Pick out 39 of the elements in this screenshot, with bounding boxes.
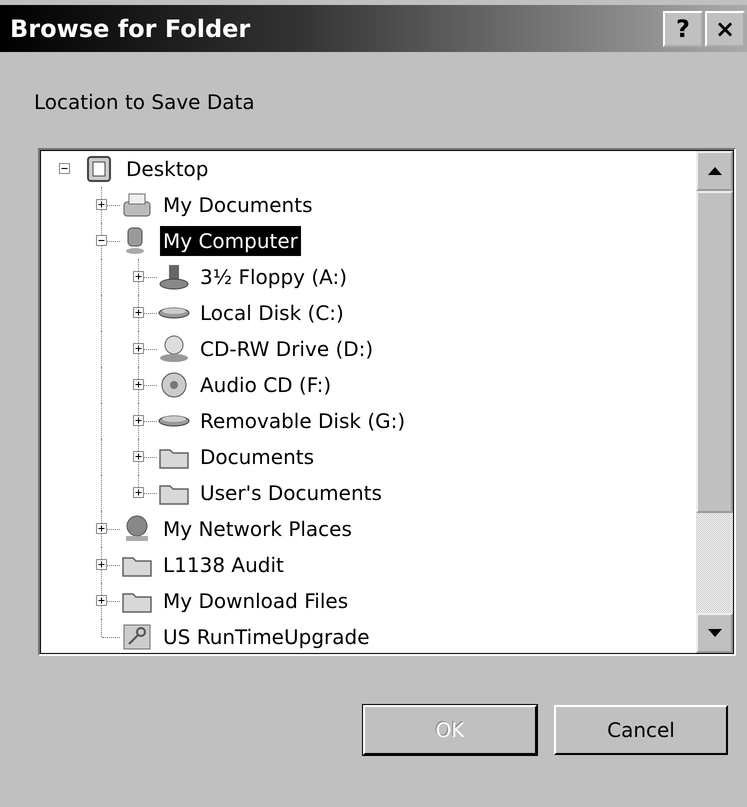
floppy-drive-icon [157, 262, 191, 292]
scroll-down-button[interactable] [696, 613, 733, 653]
tree-item[interactable]: L1138 Audit [160, 550, 287, 580]
cd-drive-icon [157, 334, 191, 364]
tree-item[interactable]: CD-RW Drive (D:) [197, 334, 376, 364]
window-title: Browse for Folder [10, 14, 250, 42]
tree-item[interactable]: My Computer [160, 226, 301, 256]
expand-toggle[interactable] [96, 595, 107, 606]
tree-item[interactable]: 3½ Floppy (A:) [197, 262, 350, 292]
tree-item[interactable]: US RunTimeUpgrade [160, 622, 372, 652]
up-arrow-icon [708, 167, 722, 175]
close-button[interactable]: × [705, 10, 745, 46]
tree-item[interactable]: Local Disk (C:) [197, 298, 347, 328]
tree-item[interactable]: User's Documents [197, 478, 385, 508]
expand-toggle[interactable] [96, 559, 107, 570]
tree-item[interactable]: Audio CD (F:) [197, 370, 334, 400]
tree-item[interactable]: My Download Files [160, 586, 352, 616]
help-button[interactable]: ? [663, 10, 703, 46]
expand-toggle[interactable] [59, 163, 70, 174]
expand-toggle[interactable] [133, 271, 144, 282]
down-arrow-icon [708, 629, 722, 637]
expand-toggle[interactable] [96, 199, 107, 210]
tree-item[interactable]: Removable Disk (G:) [197, 406, 408, 436]
expand-toggle[interactable] [133, 307, 144, 318]
expand-toggle[interactable] [133, 487, 144, 498]
tree-item[interactable]: My Network Places [160, 514, 355, 544]
prompt-label: Location to Save Data [34, 90, 256, 114]
expand-toggle[interactable] [133, 343, 144, 354]
cancel-button[interactable]: Cancel [554, 705, 728, 755]
expand-toggle[interactable] [133, 415, 144, 426]
tree-item[interactable]: Desktop [123, 154, 212, 184]
tree-item[interactable]: Documents [197, 442, 318, 472]
expand-toggle[interactable] [133, 451, 144, 462]
scroll-thumb[interactable] [696, 191, 733, 513]
expand-toggle[interactable] [96, 523, 107, 534]
tree-item[interactable]: My Documents [160, 190, 316, 220]
scroll-up-button[interactable] [696, 151, 733, 191]
expand-toggle[interactable] [133, 379, 144, 390]
expand-toggle[interactable] [96, 235, 107, 246]
